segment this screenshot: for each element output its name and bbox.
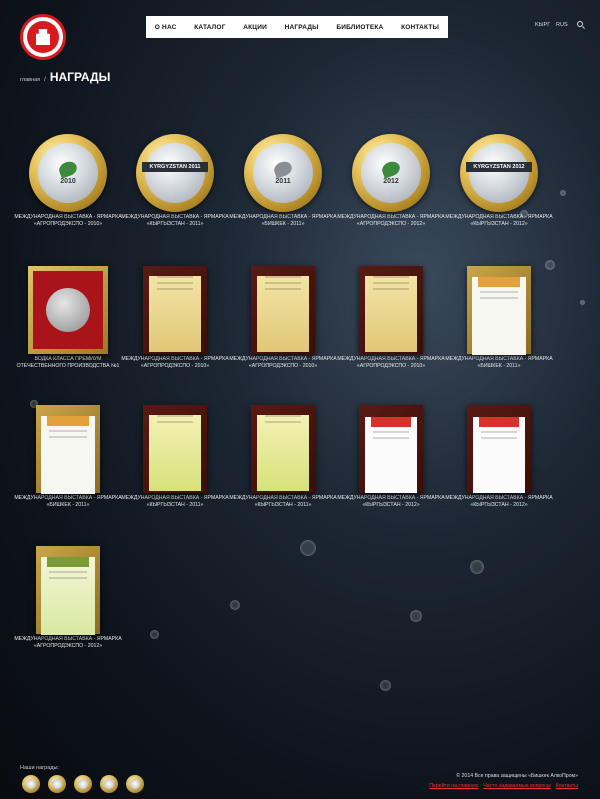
- award-item[interactable]: МЕЖДУНАРОДНАЯ ВЫСТАВКА - ЯРМАРКА «АГРОПР…: [14, 546, 122, 650]
- diploma-image: [359, 266, 423, 354]
- diploma-image: [143, 266, 207, 354]
- footer-medal-icon[interactable]: [100, 775, 118, 793]
- breadcrumb: главная / НАГРАДЫ: [20, 70, 110, 84]
- award-caption: МЕЖДУНАРОДНАЯ ВЫСТАВКА - ЯРМАРКА «АГРОПР…: [337, 214, 445, 228]
- diploma-image: [251, 405, 315, 493]
- award-caption: МЕЖДУНАРОДНАЯ ВЫСТАВКА - ЯРМАРКА «КЫРГЫЗ…: [337, 495, 445, 509]
- footer-medal-icon[interactable]: [74, 775, 92, 793]
- award-caption: МЕЖДУНАРОДНАЯ ВЫСТАВКА - ЯРМАРКА «КЫРГЫЗ…: [121, 214, 229, 228]
- nav-catalog[interactable]: КАТАЛОГ: [194, 24, 225, 31]
- award-caption: МЕЖДУНАРОДНАЯ ВЫСТАВКА - ЯРМАРКА «КЫРГЫЗ…: [445, 495, 553, 509]
- award-item[interactable]: 2011 МЕЖДУНАРОДНАЯ ВЫСТАВКА - ЯРМАРКА «Б…: [229, 134, 337, 228]
- award-caption: МЕЖДУНАРОДНАЯ ВЫСТАВКА - ЯРМАРКА «АГРОПР…: [229, 356, 337, 370]
- award-caption: МЕЖДУНАРОДНАЯ ВЫСТАВКА - ЯРМАРКА «АГРОПР…: [14, 214, 122, 228]
- diploma-image: [467, 405, 531, 493]
- award-item[interactable]: МЕЖДУНАРОДНАЯ ВЫСТАВКА - ЯРМАРКА «БИШКЕК…: [445, 266, 553, 370]
- award-item[interactable]: МЕЖДУНАРОДНАЯ ВЫСТАВКА - ЯРМАРКА «АГРОПР…: [229, 266, 337, 370]
- lang-russian[interactable]: RUS: [556, 22, 568, 28]
- award-item[interactable]: ВОДКА КЛАССА ПРЕМИУМ ОТЕЧЕСТВЕННОГО ПРОИ…: [14, 266, 122, 370]
- diploma-image: [143, 405, 207, 493]
- award-item[interactable]: KYRGYZSTAN 2012 МЕЖДУНАРОДНАЯ ВЫСТАВКА -…: [445, 134, 553, 228]
- medal-image: 2012: [352, 134, 430, 212]
- award-item[interactable]: МЕЖДУНАРОДНАЯ ВЫСТАВКА - ЯРМАРКА «КЫРГЫЗ…: [121, 405, 229, 509]
- nav-library[interactable]: БИБЛИОТЕКА: [336, 24, 383, 31]
- breadcrumb-home[interactable]: главная: [20, 77, 40, 83]
- nav-contacts[interactable]: КОНТАКТЫ: [401, 24, 439, 31]
- diploma-image: [36, 546, 100, 635]
- award-item[interactable]: МЕЖДУНАРОДНАЯ ВЫСТАВКА - ЯРМАРКА «КЫРГЫЗ…: [229, 405, 337, 509]
- diploma-image: [467, 266, 531, 355]
- award-caption: МЕЖДУНАРОДНАЯ ВЫСТАВКА - ЯРМАРКА «КЫРГЫЗ…: [229, 495, 337, 509]
- footer-medal-icon[interactable]: [126, 775, 144, 793]
- award-caption: МЕЖДУНАРОДНАЯ ВЫСТАВКА - ЯРМАРКА «БИШКЕК…: [445, 356, 553, 370]
- nav-promotions[interactable]: АКЦИИ: [243, 24, 267, 31]
- award-caption: МЕЖДУНАРОДНАЯ ВЫСТАВКА - ЯРМАРКА «АГРОПР…: [121, 356, 229, 370]
- award-caption: МЕЖДУНАРОДНАЯ ВЫСТАВКА - ЯРМАРКА «АГРОПР…: [337, 356, 445, 370]
- footer-link-home[interactable]: Перейти на главную: [429, 783, 478, 789]
- award-caption: МЕЖДУНАРОДНАЯ ВЫСТАВКА - ЯРМАРКА «КЫРГЫЗ…: [121, 495, 229, 509]
- award-item[interactable]: МЕЖДУНАРОДНАЯ ВЫСТАВКА - ЯРМАРКА «КЫРГЫЗ…: [445, 405, 553, 509]
- award-item[interactable]: МЕЖДУНАРОДНАЯ ВЫСТАВКА - ЯРМАРКА «БИШКЕК…: [14, 405, 122, 509]
- medal-image: KYRGYZSTAN 2012: [460, 134, 538, 212]
- award-caption: МЕЖДУНАРОДНАЯ ВЫСТАВКА - ЯРМАРКА «БИШКЕК…: [229, 214, 337, 228]
- medal-image: 2010: [29, 134, 107, 212]
- background-bubbles: [0, 0, 600, 799]
- award-caption: МЕЖДУНАРОДНАЯ ВЫСТАВКА - ЯРМАРКА «АГРОПР…: [14, 636, 122, 650]
- footer-medal-icon[interactable]: [48, 775, 66, 793]
- award-item[interactable]: МЕЖДУНАРОДНАЯ ВЫСТАВКА - ЯРМАРКА «АГРОПР…: [121, 266, 229, 370]
- footer-awards-label: Наши награды:: [20, 765, 59, 771]
- plaque-image: [28, 266, 108, 354]
- award-caption: МЕЖДУНАРОДНАЯ ВЫСТАВКА - ЯРМАРКА «БИШКЕК…: [14, 495, 122, 509]
- nav-about[interactable]: О НАС: [155, 24, 177, 31]
- logo[interactable]: [20, 14, 66, 60]
- diploma-image: [359, 405, 423, 493]
- nav-awards[interactable]: НАГРАДЫ: [285, 24, 319, 31]
- award-caption: МЕЖДУНАРОДНАЯ ВЫСТАВКА - ЯРМАРКА «КЫРГЫЗ…: [445, 214, 553, 228]
- award-item[interactable]: 2010 МЕЖДУНАРОДНАЯ ВЫСТАВКА - ЯРМАРКА «А…: [14, 134, 122, 228]
- award-caption: ВОДКА КЛАССА ПРЕМИУМ ОТЕЧЕСТВЕННОГО ПРОИ…: [16, 356, 120, 370]
- main-nav: О НАС КАТАЛОГ АКЦИИ НАГРАДЫ БИБЛИОТЕКА К…: [146, 16, 448, 38]
- breadcrumb-separator: /: [44, 77, 46, 83]
- footer-link-contacts[interactable]: Контакты: [556, 783, 578, 789]
- copyright: © 2014 Все права защищены «Бишкек АлкоПр…: [456, 773, 578, 779]
- footer-link-faq[interactable]: Часто задаваемые вопросы: [483, 783, 550, 789]
- footer-medal-icon[interactable]: [22, 775, 40, 793]
- footer-links: Перейти на главную Часто задаваемые вопр…: [429, 783, 578, 789]
- page-title: НАГРАДЫ: [49, 70, 111, 84]
- medal-image: 2011: [244, 134, 322, 212]
- lang-kyrgyz[interactable]: KЫРГ: [535, 22, 550, 28]
- award-item[interactable]: KYRGYZSTAN 2011 МЕЖДУНАРОДНАЯ ВЫСТАВКА -…: [121, 134, 229, 228]
- diploma-image: [251, 266, 315, 354]
- award-item[interactable]: 2012 МЕЖДУНАРОДНАЯ ВЫСТАВКА - ЯРМАРКА «А…: [337, 134, 445, 228]
- award-item[interactable]: МЕЖДУНАРОДНАЯ ВЫСТАВКА - ЯРМАРКА «АГРОПР…: [337, 266, 445, 370]
- search-icon[interactable]: [577, 21, 583, 27]
- medal-image: KYRGYZSTAN 2011: [136, 134, 214, 212]
- diploma-image: [36, 405, 100, 494]
- award-item[interactable]: МЕЖДУНАРОДНАЯ ВЫСТАВКА - ЯРМАРКА «КЫРГЫЗ…: [337, 405, 445, 509]
